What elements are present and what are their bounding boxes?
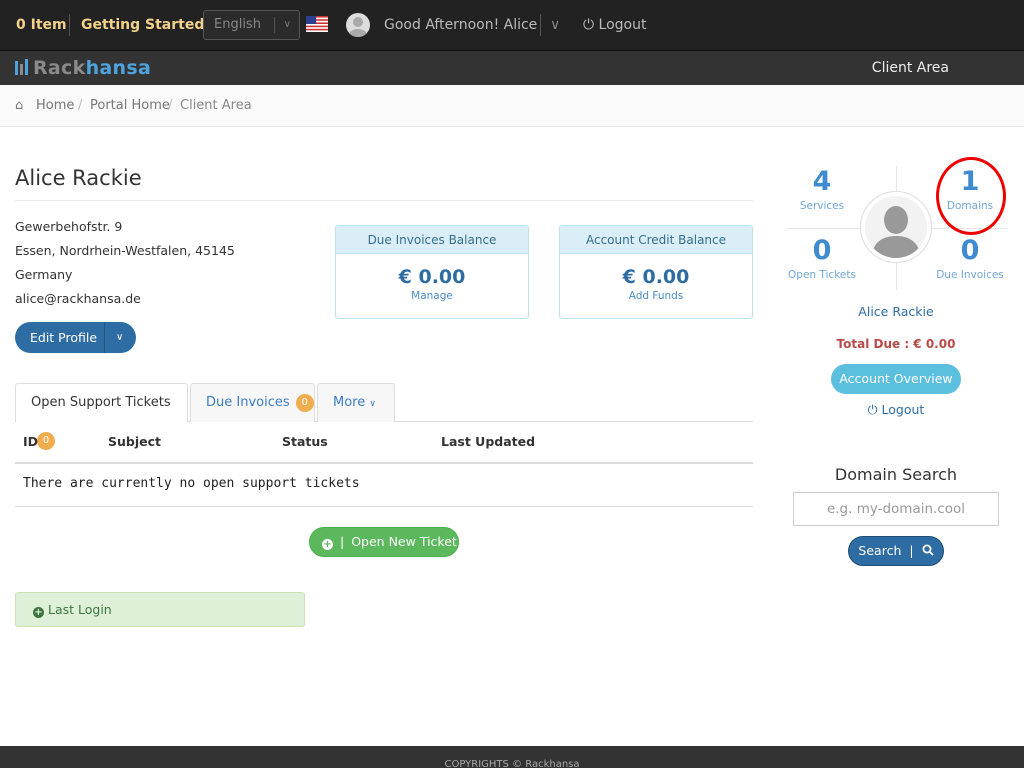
logout-link[interactable]: ⏻ Logout [583, 0, 646, 50]
divider [69, 14, 70, 36]
logo[interactable]: Rackhansa [15, 57, 151, 79]
column-header-subject[interactable]: Subject [108, 434, 161, 449]
edit-profile-button[interactable]: Edit Profile ∨ [15, 322, 136, 353]
panel-title: Due Invoices Balance [336, 226, 528, 254]
chevron-down-icon[interactable]: ∨ [550, 0, 560, 50]
highlight-ring [936, 157, 1006, 235]
breadcrumb-portal-home[interactable]: Portal Home [90, 85, 170, 127]
total-due-text: Total Due : € 0.00 [836, 337, 956, 351]
column-header-last-updated[interactable]: Last Updated [441, 434, 535, 449]
address-line: Gewerbehofstr. 9 [15, 219, 123, 234]
breadcrumb-home[interactable]: Home [36, 85, 74, 127]
user-avatar[interactable] [346, 13, 370, 37]
empty-table-message: There are currently no open support tick… [23, 476, 360, 491]
chevron-down-icon: ∨ [283, 19, 291, 30]
top-bar: 0 Item Getting Started English ∨ Good Af… [0, 0, 1024, 50]
page-title: Alice Rackie [15, 166, 142, 190]
email-text: alice@rackhansa.de [15, 291, 141, 306]
balance-amount: € 0.00 [398, 266, 466, 288]
profile-avatar [860, 191, 932, 263]
power-icon: ⏻ [867, 402, 878, 417]
tab-due-invoices[interactable]: Due Invoices 0 [190, 383, 315, 422]
account-overview-button[interactable]: Account Overview [831, 364, 961, 394]
credit-balance-panel: Account Credit Balance € 0.00 Add Funds [559, 225, 753, 319]
language-select[interactable]: English ∨ [203, 10, 300, 40]
home-icon: ⌂ [15, 98, 24, 113]
plus-circle-icon: + [33, 607, 44, 618]
domain-search-title: Domain Search [834, 465, 958, 484]
footer: COPYRIGHTS © Rackhansa [0, 746, 1024, 768]
count-badge: 0 [295, 394, 314, 412]
balance-amount: € 0.00 [622, 266, 690, 288]
stat-open-tickets[interactable]: 0 Open Tickets [777, 236, 867, 282]
getting-started-link[interactable]: Getting Started [81, 0, 204, 50]
sidebar-user-name[interactable]: Alice Rackie [796, 304, 996, 319]
brand-bar: Rackhansa Client Area [0, 50, 1024, 85]
address-line: Germany [15, 267, 73, 282]
greeting-menu[interactable]: Good Afternoon! Alice [384, 0, 537, 50]
breadcrumb: ⌂ Home / Portal Home / Client Area [0, 85, 1024, 127]
stat-services[interactable]: 4 Services [777, 167, 867, 213]
column-header-status[interactable]: Status [282, 434, 328, 449]
language-value: English [214, 17, 261, 32]
count-badge: 0 [37, 432, 55, 450]
chevron-down-icon: ∨ [369, 399, 376, 409]
column-header-id[interactable]: ID [23, 434, 38, 449]
sidebar-logout-link[interactable]: ⏻ Logout [796, 402, 996, 418]
logo-bars-icon [15, 59, 28, 75]
plus-circle-icon: + [322, 539, 333, 550]
last-login-toggle[interactable]: + Last Login [15, 592, 305, 627]
open-new-ticket-button[interactable]: + | Open New Ticket [309, 527, 459, 557]
stat-due-invoices[interactable]: 0 Due Invoices [925, 236, 1015, 282]
chevron-down-icon[interactable]: ∨ [116, 322, 123, 353]
tab-more[interactable]: More ∨ [317, 383, 395, 422]
divider [15, 200, 753, 201]
panel-title: Account Credit Balance [560, 226, 752, 254]
power-icon: ⏻ [583, 17, 595, 33]
manage-link[interactable]: Manage [336, 290, 528, 302]
us-flag-icon[interactable] [306, 16, 328, 32]
due-invoices-panel: Due Invoices Balance € 0.00 Manage [335, 225, 529, 319]
add-funds-link[interactable]: Add Funds [560, 290, 752, 302]
copyright-text: COPYRIGHTS © Rackhansa [444, 759, 580, 768]
cart-link[interactable]: 0 Item [16, 0, 67, 50]
tab-open-tickets[interactable]: Open Support Tickets0 [15, 383, 188, 450]
domain-search-input[interactable] [793, 492, 999, 526]
address-line: Essen, Nordrhein-Westfalen, 45145 [15, 243, 235, 258]
nav-client-area[interactable]: Client Area [872, 51, 949, 86]
search-icon [922, 544, 934, 556]
domain-search-button[interactable]: Search | [848, 536, 944, 566]
user-silhouette-icon [871, 206, 921, 258]
breadcrumb-client-area: Client Area [180, 98, 252, 113]
